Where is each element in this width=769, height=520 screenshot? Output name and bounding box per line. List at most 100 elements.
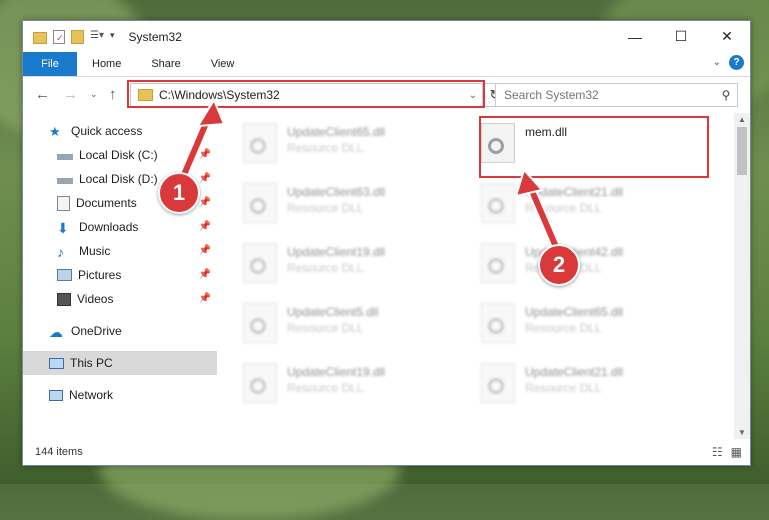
dll-file-icon <box>481 303 515 343</box>
dll-file-icon <box>481 363 515 403</box>
nav-item-downloads[interactable]: ⬇ Downloads 📌 <box>23 215 217 239</box>
file-type: Resource DLL <box>287 381 364 395</box>
callout-badge-1: 1 <box>158 172 200 214</box>
tab-file[interactable]: File <box>23 52 77 76</box>
forward-arrow-icon[interactable]: → <box>63 86 78 103</box>
pc-icon <box>49 357 64 369</box>
file-type: Resource DLL <box>525 201 602 215</box>
help-button[interactable]: ? <box>729 55 744 70</box>
ribbon-right-controls: ⌄ ? <box>713 55 744 70</box>
file-name: UpdateClient63.dll <box>287 185 386 199</box>
scroll-down-icon[interactable]: ▼ <box>734 428 750 437</box>
status-bar: 144 items ☷ ▦ <box>23 439 750 465</box>
drive-icon <box>57 154 73 160</box>
file-item[interactable]: UpdateClient21.dll Resource DLL <box>457 179 677 231</box>
nav-item-quick-access[interactable]: ★ Quick access <box>23 119 217 143</box>
nav-item-label: Quick access <box>71 124 143 138</box>
nav-item-label: Videos <box>77 292 114 306</box>
scrollbar-thumb[interactable] <box>737 127 747 175</box>
minimize-button[interactable]: — <box>612 21 658 52</box>
file-item[interactable]: UpdateClient19.dll Resource DLL <box>219 239 439 291</box>
nav-item-network[interactable]: Network <box>23 383 217 407</box>
recent-locations-icon[interactable]: ⌄ <box>90 89 98 100</box>
nav-item-videos[interactable]: Videos 📌 <box>23 287 217 311</box>
up-arrow-icon[interactable]: ↑ <box>109 86 117 103</box>
properties-icon[interactable]: ✓ <box>53 29 65 44</box>
quick-access-toolbar: ✓ ☰▾ ▾ <box>23 29 115 44</box>
item-count: 144 items <box>35 446 83 458</box>
pin-icon: 📌 <box>198 221 211 232</box>
dll-file-icon <box>243 303 277 343</box>
file-item[interactable]: UpdateClient21.dll Resource DLL <box>457 359 677 411</box>
tab-home[interactable]: Home <box>77 58 136 70</box>
pin-icon: 📌 <box>198 149 211 160</box>
tab-view[interactable]: View <box>196 58 250 70</box>
nav-item-this-pc[interactable]: This PC <box>23 351 217 375</box>
nav-item-label: Documents <box>76 196 137 210</box>
mem-dll-highlight <box>479 116 709 178</box>
file-name: UpdateClient19.dll <box>287 365 386 379</box>
file-name: UpdateClient5.dll <box>287 305 379 319</box>
pin-icon: 📌 <box>198 245 211 256</box>
new-folder-icon[interactable] <box>71 29 84 44</box>
dropdown-arrow-icon[interactable]: ▾ <box>110 30 115 44</box>
pin-icon: 📌 <box>198 269 211 280</box>
window-controls: — ☐ ✕ <box>612 21 750 52</box>
nav-item-local-disk-c[interactable]: Local Disk (C:) 📌 <box>23 143 217 167</box>
file-type: Resource DLL <box>525 321 602 335</box>
dll-file-icon <box>243 363 277 403</box>
nav-item-pictures[interactable]: Pictures 📌 <box>23 263 217 287</box>
ribbon-tabs: File Home Share View ⌄ ? <box>23 52 750 77</box>
nav-item-music[interactable]: ♪ Music 📌 <box>23 239 217 263</box>
pin-icon: 📌 <box>198 197 211 208</box>
expand-ribbon-icon[interactable]: ⌄ <box>713 57 721 68</box>
maximize-button[interactable]: ☐ <box>658 21 704 52</box>
file-item[interactable]: UpdateClient19.dll Resource DLL <box>219 359 439 411</box>
search-input[interactable] <box>496 87 715 103</box>
pictures-icon <box>57 269 72 281</box>
search-icon[interactable]: ⚲ <box>715 88 737 102</box>
vertical-scrollbar[interactable]: ▲ ▼ <box>734 113 750 439</box>
details-view-icon[interactable]: ☷ <box>712 445 723 459</box>
file-item[interactable]: UpdateClient5.dll Resource DLL <box>219 299 439 351</box>
cloud-icon: ☁ <box>49 324 63 340</box>
close-button[interactable]: ✕ <box>704 21 750 52</box>
drive-icon <box>57 178 73 184</box>
network-icon <box>49 389 63 401</box>
large-icons-view-icon[interactable]: ▦ <box>731 445 742 459</box>
customize-toolbar-icon[interactable]: ☰▾ <box>90 30 104 44</box>
folder-icon <box>33 31 47 44</box>
star-icon: ★ <box>49 124 61 139</box>
file-type: Resource DLL <box>287 321 364 335</box>
file-type: Resource DLL <box>287 141 364 155</box>
dll-file-icon <box>481 183 515 223</box>
nav-item-label: Downloads <box>79 220 139 234</box>
nav-item-label: Pictures <box>78 268 122 282</box>
file-type: Resource DLL <box>287 261 364 275</box>
nav-item-label: This PC <box>70 356 113 370</box>
download-icon: ⬇ <box>57 220 69 236</box>
callout-badge-2: 2 <box>538 244 580 286</box>
file-item[interactable]: UpdateClient63.dll Resource DLL <box>219 179 439 231</box>
dll-file-icon <box>481 243 515 283</box>
scroll-up-icon[interactable]: ▲ <box>734 115 750 124</box>
pin-icon: 📌 <box>198 173 211 184</box>
file-name: UpdateClient19.dll <box>287 245 386 259</box>
file-item[interactable]: UpdateClient65.dll Resource DLL <box>219 119 439 171</box>
dll-file-icon <box>243 183 277 223</box>
pin-icon: 📌 <box>198 293 211 304</box>
title-bar: ✓ ☰▾ ▾ System32 — ☐ ✕ <box>23 21 750 52</box>
nav-item-label: Network <box>69 388 114 402</box>
file-name: UpdateClient65.dll <box>287 125 386 139</box>
search-box[interactable]: ⚲ <box>495 83 738 107</box>
music-icon: ♪ <box>57 244 64 260</box>
nav-item-onedrive[interactable]: ☁ OneDrive <box>23 319 217 343</box>
documents-icon <box>57 195 70 211</box>
tab-share[interactable]: Share <box>136 58 195 70</box>
file-item[interactable]: UpdateClient65.dll Resource DLL <box>457 299 677 351</box>
dll-file-icon <box>243 123 277 163</box>
file-name: UpdateClient21.dll <box>525 365 624 379</box>
dll-file-icon <box>243 243 277 283</box>
view-buttons: ☷ ▦ <box>712 445 742 459</box>
back-arrow-icon[interactable]: ← <box>35 86 50 103</box>
